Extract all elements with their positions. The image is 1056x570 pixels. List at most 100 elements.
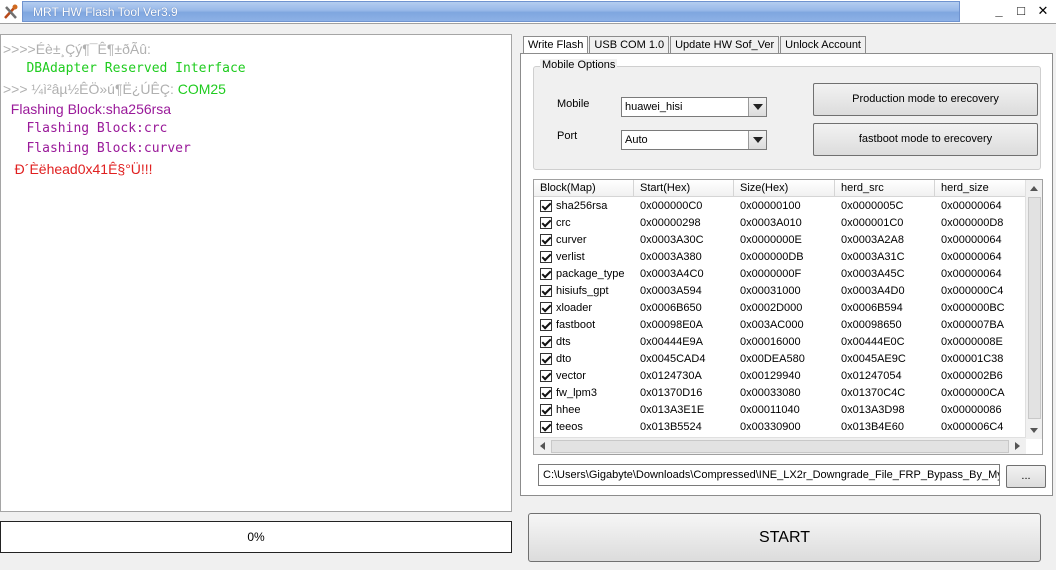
table-row[interactable]: fastboot 0x00098E0A 0x003AC000 0x00098650 0x… (534, 317, 1026, 334)
row-checkbox[interactable] (540, 217, 552, 229)
row-checkbox[interactable] (540, 302, 552, 314)
fastboot-erecovery-button[interactable]: fastboot mode to erecovery (813, 123, 1038, 156)
table-row[interactable]: hhee 0x013A3E1E 0x00011040 0x013A3D98 0x0000… (534, 402, 1026, 419)
cell-text: 0x0003A45C (841, 268, 905, 280)
cell-block: dts (534, 334, 634, 351)
cell-text: 0x000006C4 (941, 421, 1004, 433)
cell-text: 0x0045AE9C (841, 353, 906, 365)
cell-herd-size: 0x00000064 (935, 232, 1026, 249)
table-row[interactable]: dto 0x0045CAD4 0x00DEA580 0x0045AE9C 0x00001… (534, 351, 1026, 368)
cell-start: 0x00000298 (634, 215, 734, 232)
column-header-herd-src[interactable]: herd_src (835, 180, 935, 197)
column-header-block[interactable]: Block(Map) (534, 180, 634, 197)
scroll-down-icon[interactable] (1026, 422, 1042, 439)
minimize-button[interactable]: _ (990, 2, 1008, 20)
row-checkbox[interactable] (540, 404, 552, 416)
cell-herd-src: 0x0045AE9C (835, 351, 935, 368)
cell-text: 0x0045CAD4 (640, 353, 706, 365)
mobile-options-group: Mobile Options Mobile huawei_hisi Port A… (533, 59, 1041, 170)
table-row[interactable]: package_type 0x0003A4C0 0x0000000F 0x0003A4… (534, 266, 1026, 283)
row-checkbox[interactable] (540, 387, 552, 399)
title-bar[interactable]: MRT HW Flash Tool Ver3.9 _ □ ✕ (0, 0, 1056, 24)
horizontal-scroll-thumb[interactable] (551, 440, 1009, 453)
chevron-down-icon[interactable] (748, 131, 766, 149)
table-row[interactable]: dts 0x00444E9A 0x00016000 0x00444E0C 0x00000… (534, 334, 1026, 351)
cell-text: 0x00001C38 (941, 353, 1004, 365)
file-path-field[interactable]: C:\Users\Gigabyte\Downloads\Compressed\I… (538, 464, 1000, 486)
cell-block: fastboot (534, 317, 634, 334)
cell-block: package_type (534, 266, 634, 283)
mobile-select[interactable]: huawei_hisi (621, 97, 767, 117)
row-checkbox[interactable] (540, 268, 552, 280)
cell-herd-size: 0x00000086 (935, 402, 1026, 419)
start-button[interactable]: START (528, 513, 1041, 562)
cell-text: 0x00000100 (740, 200, 801, 212)
vertical-scrollbar[interactable] (1025, 180, 1042, 439)
cell-herd-size: 0x000007BA (935, 317, 1026, 334)
log-line-error: Ð´Èëhead0x41Ê§°Ü!!! (3, 161, 153, 177)
cell-text: fw_lpm3 (556, 387, 597, 399)
window-controls: _ □ ✕ (990, 2, 1052, 22)
table-row[interactable]: fw_lpm3 0x01370D16 0x00033080 0x01370C4C 0x0… (534, 385, 1026, 402)
cell-start: 0x013A3E1E (634, 402, 734, 419)
scroll-right-icon[interactable] (1009, 438, 1026, 454)
cell-herd-src: 0x01370C4C (835, 385, 935, 402)
table-row[interactable]: sha256rsa 0x000000C0 0x00000100 0x0000005C 0… (534, 198, 1026, 215)
close-button[interactable]: ✕ (1034, 2, 1052, 20)
table-row[interactable]: teeos 0x013B5524 0x00330900 0x013B4E60 0x000… (534, 419, 1026, 436)
tab-strip: Write Flash USB COM 1.0 Update HW Sof_Ve… (523, 36, 867, 55)
column-header-start[interactable]: Start(Hex) (634, 180, 734, 197)
cell-text: curver (556, 234, 587, 246)
tools-icon (4, 4, 18, 19)
table-row[interactable]: vector 0x0124730A 0x00129940 0x01247054 0x00… (534, 368, 1026, 385)
cell-size: 0x0003A010 (734, 215, 835, 232)
block-table[interactable]: Block(Map) Start(Hex) Size(Hex) herd_src… (533, 179, 1043, 455)
tab-update-hw-sof-ver[interactable]: Update HW Sof_Ver (670, 36, 780, 54)
cell-herd-size: 0x00000064 (935, 249, 1026, 266)
cell-text: 0x0002D000 (740, 302, 803, 314)
log-panel[interactable]: >>>>Éè±¸Çý¶¯Ê¶±ðÃû: DBAdapter Reserved I… (0, 34, 512, 512)
production-erecovery-button[interactable]: Production mode to erecovery (813, 83, 1038, 116)
row-checkbox[interactable] (540, 370, 552, 382)
table-row[interactable]: xloader 0x0006B650 0x0002D000 0x0006B594 0x0… (534, 300, 1026, 317)
cell-text: 0x00000064 (941, 268, 1002, 280)
scroll-left-icon[interactable] (534, 438, 551, 454)
row-checkbox[interactable] (540, 285, 552, 297)
horizontal-scrollbar[interactable] (534, 437, 1026, 454)
progress-label: 0% (247, 530, 265, 544)
cell-herd-src: 0x000001C0 (835, 215, 935, 232)
column-header-herd-size[interactable]: herd_size (935, 180, 1026, 197)
cell-start: 0x0045CAD4 (634, 351, 734, 368)
table-row[interactable]: verlist 0x0003A380 0x000000DB 0x0003A31C 0x0… (534, 249, 1026, 266)
log-line-flash-crc: Flashing Block:crc (3, 121, 168, 136)
column-header-size[interactable]: Size(Hex) (734, 180, 835, 197)
row-checkbox[interactable] (540, 421, 552, 433)
scroll-up-icon[interactable] (1026, 180, 1042, 197)
table-header: Block(Map) Start(Hex) Size(Hex) herd_src… (534, 180, 1026, 197)
cell-text: sha256rsa (556, 200, 608, 212)
cell-text: 0x0000005C (841, 200, 904, 212)
row-checkbox[interactable] (540, 319, 552, 331)
tab-usb-com[interactable]: USB COM 1.0 (589, 36, 670, 54)
row-checkbox[interactable] (540, 251, 552, 263)
cell-block: teeos (534, 419, 634, 436)
row-checkbox[interactable] (540, 200, 552, 212)
port-select[interactable]: Auto (621, 130, 767, 150)
table-row[interactable]: curver 0x0003A30C 0x0000000E 0x0003A2A8 0x00… (534, 232, 1026, 249)
maximize-button[interactable]: □ (1012, 2, 1030, 20)
table-row[interactable]: crc 0x00000298 0x0003A010 0x000001C0 0x00000… (534, 215, 1026, 232)
cell-text: 0x013A3D98 (841, 404, 905, 416)
cell-start: 0x0003A4C0 (634, 266, 734, 283)
write-flash-panel: Mobile Options Mobile huawei_hisi Port A… (520, 53, 1053, 496)
chevron-down-icon[interactable] (748, 98, 766, 116)
tab-unlock-account[interactable]: Unlock Account (780, 36, 866, 54)
row-checkbox[interactable] (540, 336, 552, 348)
table-row[interactable]: hisiufs_gpt 0x0003A594 0x00031000 0x0003A4D… (534, 283, 1026, 300)
row-checkbox[interactable] (540, 353, 552, 365)
cell-text: hisiufs_gpt (556, 285, 609, 297)
row-checkbox[interactable] (540, 234, 552, 246)
browse-button[interactable]: ... (1006, 465, 1046, 488)
cell-text: verlist (556, 251, 585, 263)
log-line-driver-name: >>>>Éè±¸Çý¶¯Ê¶±ðÃû: (3, 41, 151, 57)
vertical-scroll-thumb[interactable] (1028, 197, 1041, 419)
